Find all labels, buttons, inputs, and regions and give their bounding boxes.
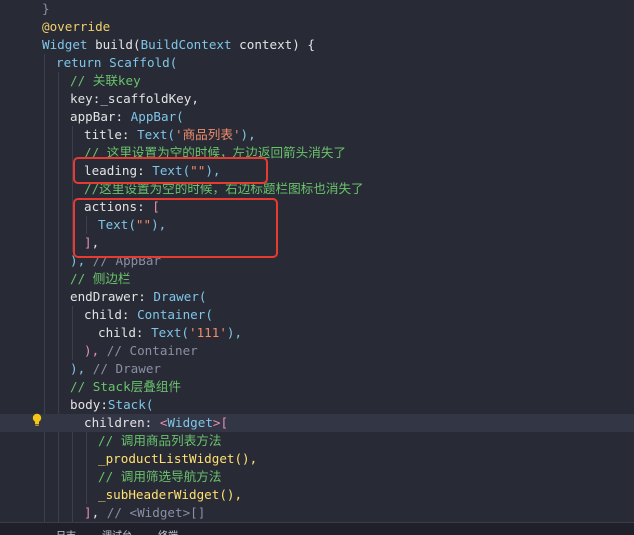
code-line: ], // <Widget>[] [84, 505, 206, 520]
lightbulb-icon[interactable] [31, 413, 43, 427]
actions-highlight-box [73, 198, 278, 258]
code-line: // Stack层叠组件 [70, 379, 182, 394]
code-line: title: Text('商品列表'), [84, 127, 256, 142]
code-line: // 关联key [70, 73, 141, 88]
leading-highlight-box [73, 157, 268, 184]
code-line-current[interactable]: children: <Widget>[ [0, 414, 634, 432]
bottom-tab-debug[interactable]: 调试台 [102, 527, 132, 535]
code-line: child: Text('111'), [98, 325, 243, 340]
code-line: Widget build(BuildContext context) { [42, 37, 315, 52]
code-line: ), // Drawer [70, 361, 161, 376]
code-line: endDrawer: Drawer( [70, 289, 207, 304]
bottom-tab-log[interactable]: 日志 [56, 527, 76, 535]
code-line: @override [42, 19, 111, 34]
code-line: } [42, 1, 50, 16]
bottom-tab-terminal[interactable]: 终端 [158, 527, 178, 535]
code-line: child: Container( [84, 307, 213, 322]
code-line: return Scaffold( [56, 55, 178, 70]
code-line: // 调用商品列表方法 [98, 433, 222, 448]
code-line: _subHeaderWidget(), [98, 487, 243, 502]
code-line: // 调用筛选导航方法 [98, 469, 222, 484]
code-line: _productListWidget(), [98, 451, 258, 466]
code-editor[interactable]: 4 } @override Widget build(BuildContext … [0, 0, 634, 535]
code-line: key:_scaffoldKey, [70, 91, 199, 106]
bottom-toolbar: 日志 调试台 终端 [0, 522, 634, 535]
code-line: ), // Container [84, 343, 198, 358]
code-line: // 侧边栏 [70, 271, 131, 286]
code-line: body:Stack( [70, 397, 154, 412]
code-line: appBar: AppBar( [70, 109, 184, 124]
